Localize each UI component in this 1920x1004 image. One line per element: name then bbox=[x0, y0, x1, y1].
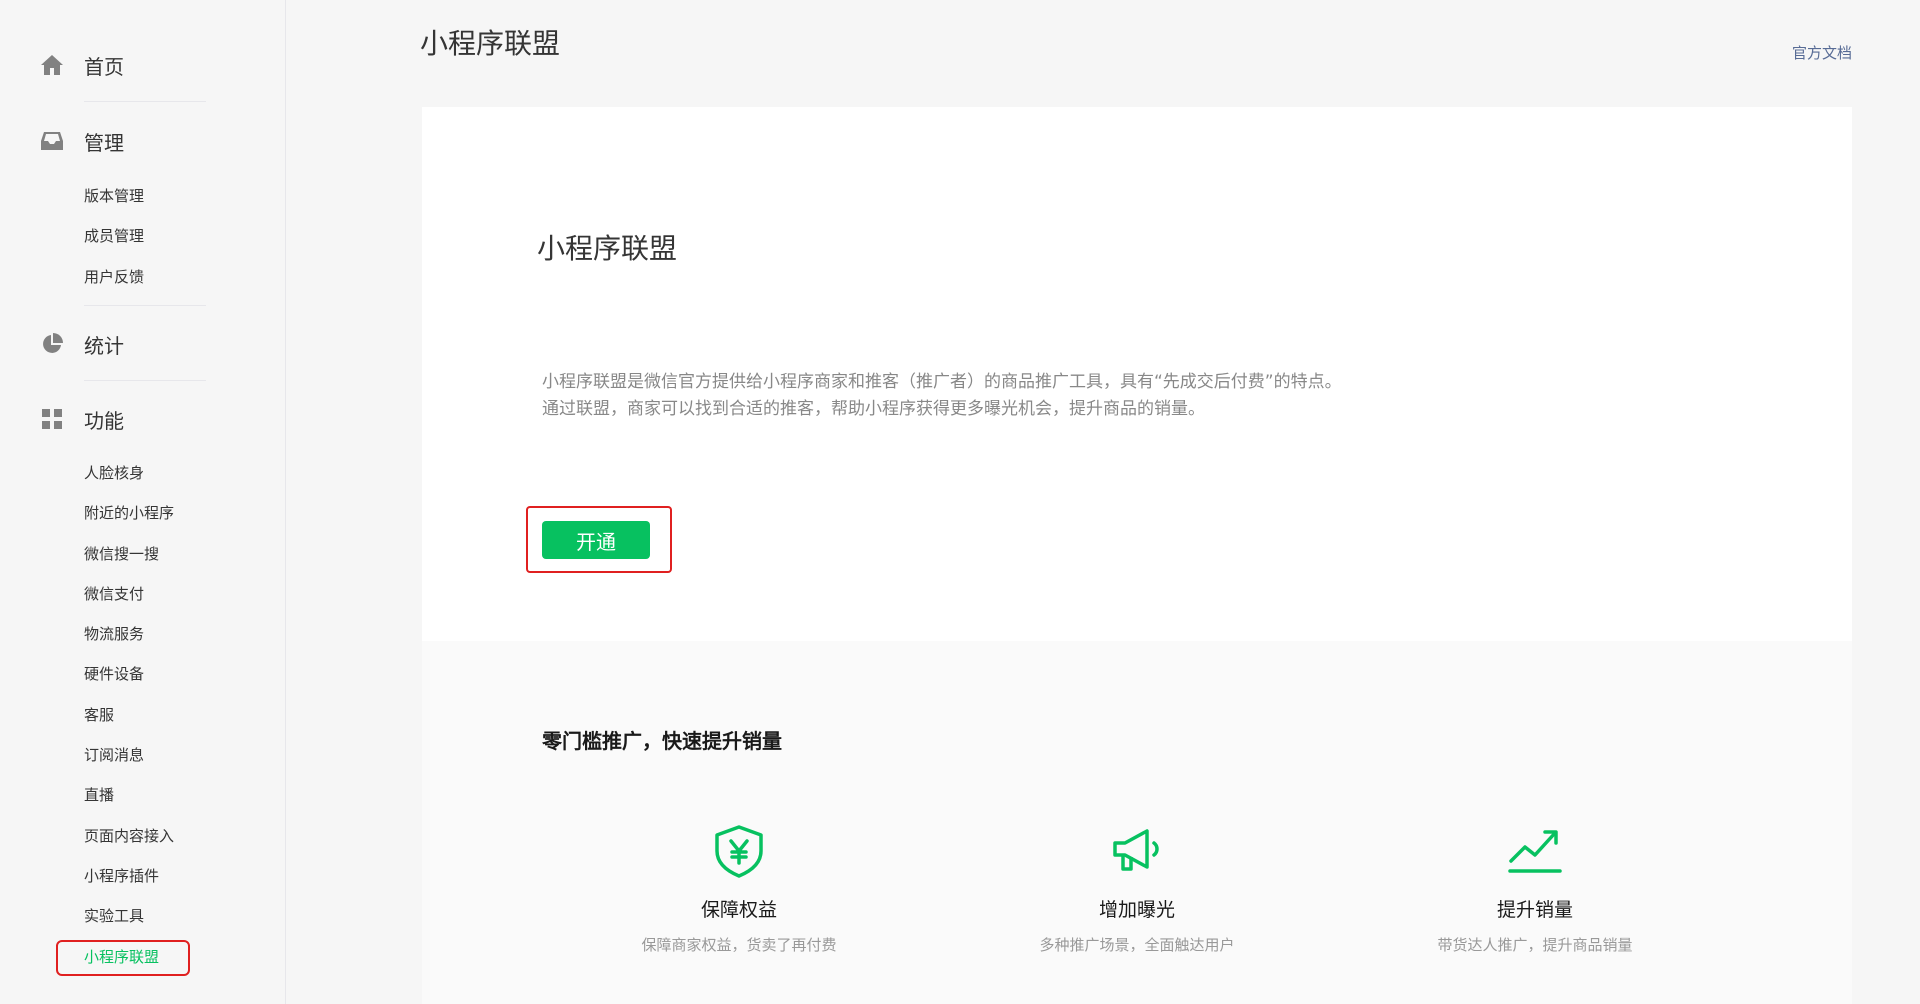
sidebar-item-stats[interactable]: 统计 bbox=[40, 329, 206, 359]
megaphone-icon bbox=[1109, 823, 1165, 879]
intro-card: 小程序联盟 小程序联盟是微信官方提供给小程序商家和推客（推广者）的商品推广工具，… bbox=[422, 107, 1852, 641]
open-button[interactable]: 开通 bbox=[542, 521, 650, 559]
intro-desc-line-2: 通过联盟，商家可以找到合适的推客，帮助小程序获得更多曝光机会，提升商品的销量。 bbox=[542, 399, 1205, 419]
sidebar-item-logistics[interactable]: 物流服务 bbox=[84, 614, 224, 654]
sidebar-item-plugins[interactable]: 小程序插件 bbox=[84, 856, 224, 896]
benefit-item: 增加曝光 多种推广场景，全面触达用户 bbox=[987, 823, 1287, 955]
sidebar-item-label: 统计 bbox=[84, 333, 124, 358]
benefit-name: 保障权益 bbox=[700, 899, 777, 921]
intro-title: 小程序联盟 bbox=[537, 232, 678, 265]
manage-submenu: 版本管理 成员管理 用户反馈 bbox=[84, 176, 224, 297]
annotation-highlight-box bbox=[56, 940, 190, 976]
sidebar: 首页 管理 版本管理 成员管理 用户反馈 统计 功能 人脸核身 附近的小程序 微… bbox=[0, 0, 286, 1004]
pie-chart-icon bbox=[40, 332, 64, 356]
benefits-title: 零门槛推广，快速提升销量 bbox=[542, 729, 782, 753]
features-submenu: 人脸核身 附近的小程序 微信搜一搜 微信支付 物流服务 硬件设备 客服 订阅消息… bbox=[84, 453, 224, 977]
sidebar-item-label: 功能 bbox=[84, 408, 124, 433]
intro-desc-line-1: 小程序联盟是微信官方提供给小程序商家和推客（推广者）的商品推广工具，具有“先成交… bbox=[542, 372, 1342, 392]
sidebar-item-face-verify[interactable]: 人脸核身 bbox=[84, 453, 224, 493]
sidebar-item-home[interactable]: 首页 bbox=[40, 50, 206, 80]
sidebar-divider bbox=[84, 101, 206, 102]
sidebar-item-customer-service[interactable]: 客服 bbox=[84, 695, 224, 735]
sidebar-item-nearby-miniprogram[interactable]: 附近的小程序 bbox=[84, 493, 224, 533]
sidebar-divider bbox=[84, 380, 206, 381]
benefit-desc: 多种推广场景，全面触达用户 bbox=[1039, 936, 1235, 954]
sidebar-divider bbox=[84, 305, 206, 306]
benefit-item: 提升销量 带货达人推广，提升商品销量 bbox=[1385, 823, 1685, 955]
intro-description: 小程序联盟是微信官方提供给小程序商家和推客（推广者）的商品推广工具，具有“先成交… bbox=[542, 369, 1542, 423]
benefit-name: 增加曝光 bbox=[1098, 899, 1175, 921]
sidebar-item-label: 管理 bbox=[84, 130, 124, 155]
sidebar-item-user-feedback[interactable]: 用户反馈 bbox=[84, 257, 224, 297]
sidebar-item-label: 首页 bbox=[84, 54, 124, 79]
shield-yen-icon bbox=[711, 823, 767, 879]
benefit-item: 保障权益 保障商家权益，货卖了再付费 bbox=[589, 823, 889, 955]
sidebar-item-live[interactable]: 直播 bbox=[84, 775, 224, 815]
home-icon bbox=[40, 53, 64, 77]
grid-icon bbox=[40, 407, 64, 431]
official-docs-link[interactable]: 官方文档 bbox=[1792, 42, 1852, 63]
benefits-section: 零门槛推广，快速提升销量 保障权益 保障商家权益，货卖了再付费 增加曝光 多种推… bbox=[422, 641, 1852, 1004]
benefit-desc: 带货达人推广，提升商品销量 bbox=[1437, 936, 1633, 954]
sidebar-item-manage[interactable]: 管理 bbox=[40, 126, 206, 156]
sidebar-item-wechat-search[interactable]: 微信搜一搜 bbox=[84, 534, 224, 574]
sidebar-item-hardware[interactable]: 硬件设备 bbox=[84, 654, 224, 694]
sidebar-item-version-manage[interactable]: 版本管理 bbox=[84, 176, 224, 216]
benefit-name: 提升销量 bbox=[1496, 899, 1573, 921]
sidebar-item-page-content[interactable]: 页面内容接入 bbox=[84, 816, 224, 856]
trend-up-icon bbox=[1507, 823, 1563, 879]
sidebar-item-features[interactable]: 功能 bbox=[40, 404, 206, 434]
sidebar-item-member-manage[interactable]: 成员管理 bbox=[84, 216, 224, 256]
inbox-icon bbox=[40, 129, 64, 153]
benefit-desc: 保障商家权益，货卖了再付费 bbox=[641, 936, 837, 954]
sidebar-item-wechat-pay[interactable]: 微信支付 bbox=[84, 574, 224, 614]
sidebar-item-lab-tools[interactable]: 实验工具 bbox=[84, 896, 224, 936]
page-title: 小程序联盟 bbox=[420, 27, 561, 60]
sidebar-item-subscribe-message[interactable]: 订阅消息 bbox=[84, 735, 224, 775]
